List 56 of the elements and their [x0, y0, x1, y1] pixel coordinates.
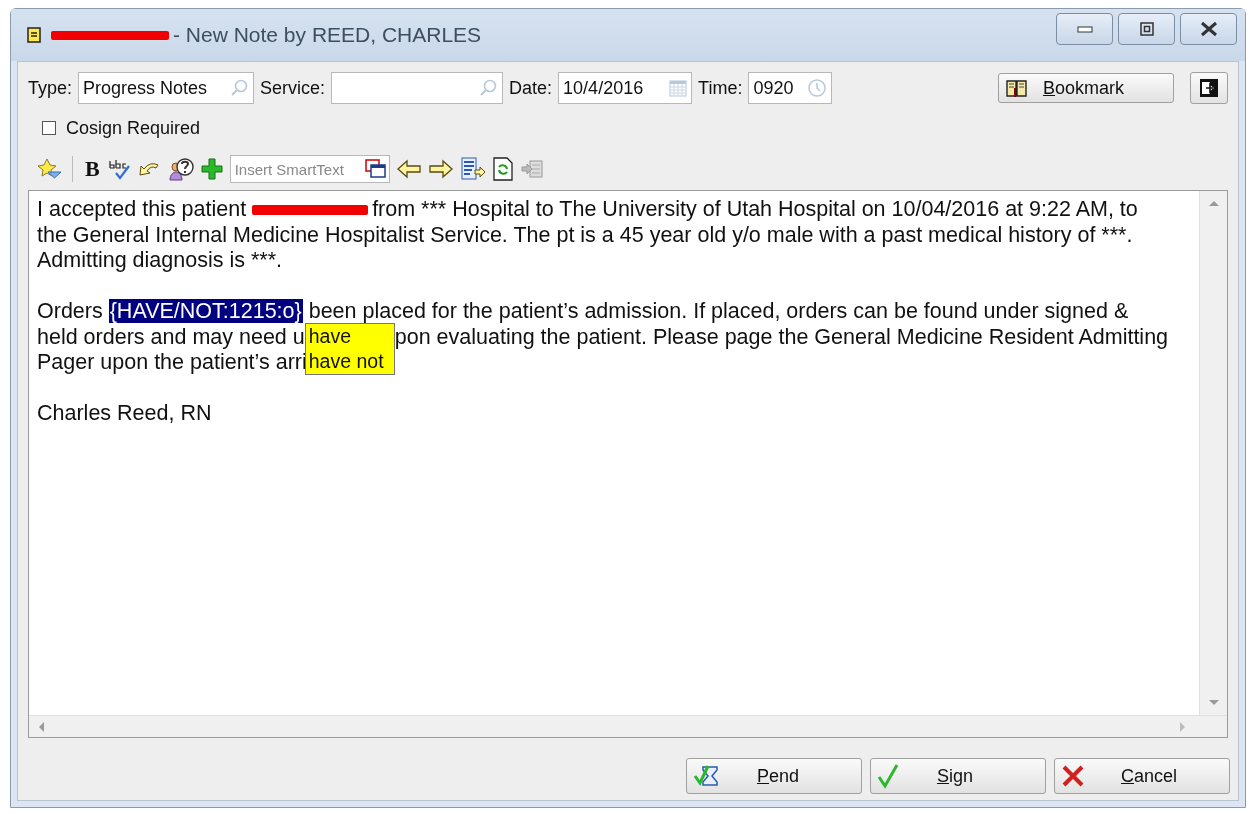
note-text: Orders — [37, 299, 104, 323]
sign-button[interactable]: Sign — [870, 758, 1046, 794]
input-field[interactable]: 0920 — [748, 72, 833, 104]
windows-icon — [364, 159, 387, 179]
maximize-icon — [1139, 22, 1154, 36]
input-field[interactable]: Progress Notes — [78, 72, 255, 104]
close-icon — [1199, 21, 1218, 37]
plus-icon[interactable] — [199, 157, 224, 181]
field-label: Service: — [260, 77, 326, 99]
smarttext-field[interactable]: Insert SmartText — [229, 155, 390, 183]
calendar-icon — [669, 79, 688, 97]
field-label: Type: — [28, 77, 73, 99]
cosign-checkbox[interactable] — [42, 121, 56, 135]
refresh-document-icon[interactable] — [491, 157, 514, 181]
bookmark-button[interactable]: Bookmark — [998, 73, 1174, 103]
search-icon — [478, 78, 499, 98]
close-button[interactable] — [1180, 13, 1237, 45]
note-text: Admitting diagnosis is ***. — [37, 248, 282, 272]
input-field[interactable] — [331, 72, 504, 104]
note-text: held orders and may need u — [37, 324, 305, 349]
note-text: from *** Hospital to The University of Utah Hospital on 10/04/2016 at 9:22 AM, to — [372, 197, 1138, 221]
note-text: the General Internal Medicine Hospitalist Service. The pt is a 45 year old y/o male with a past medical history of ***. — [37, 222, 1133, 247]
note-text: I accepted this patient — [37, 197, 248, 221]
clock-icon — [807, 78, 828, 98]
list-arrow-icon[interactable] — [459, 157, 486, 181]
option-item[interactable]: have not — [305, 348, 394, 374]
minimize-button[interactable] — [1056, 13, 1113, 45]
pend-button[interactable]: Pend — [686, 758, 862, 794]
person-help-icon[interactable] — [167, 157, 194, 181]
input-field[interactable]: 10/4/2016 — [558, 72, 693, 104]
checkmark-icon — [877, 763, 901, 789]
exit-button[interactable] — [1190, 72, 1228, 104]
option-item[interactable]: have — [305, 323, 394, 349]
minimize-icon — [1076, 25, 1093, 33]
note-text: Charles Reed, RN — [37, 401, 212, 425]
book-icon — [1005, 78, 1029, 98]
cancel-icon — [1061, 764, 1085, 788]
note-text: been placed for the patient’s admission. If placed, orders can be found under signed & — [307, 299, 1129, 323]
checkbox-label: Cosign Required — [66, 117, 201, 139]
maximize-button[interactable] — [1118, 13, 1175, 45]
window-title: - New Note by REED, CHARLES — [173, 23, 482, 47]
right-arrow-icon[interactable] — [427, 159, 454, 179]
exit-icon — [1199, 78, 1219, 98]
note-text: pon evaluating the patient. Please page the General Medicine Resident Admitting — [394, 324, 1169, 349]
field-label: Time: — [698, 77, 743, 99]
search-icon — [229, 78, 250, 98]
smart-list-token[interactable]: {HAVE/NOT:1215:o} — [108, 299, 303, 323]
star-icon[interactable] — [36, 158, 62, 180]
spellcheck-icon[interactable] — [107, 158, 132, 180]
checkmark-hourglass-icon — [693, 763, 721, 789]
cancel-button[interactable]: Cancel — [1054, 758, 1230, 794]
bold-button[interactable]: B — [83, 156, 102, 182]
note-icon — [27, 27, 41, 43]
left-arrow-icon[interactable] — [395, 159, 422, 179]
note-text: Pager upon the patient’s arri — [37, 350, 307, 374]
field-label: Date: — [509, 77, 553, 99]
